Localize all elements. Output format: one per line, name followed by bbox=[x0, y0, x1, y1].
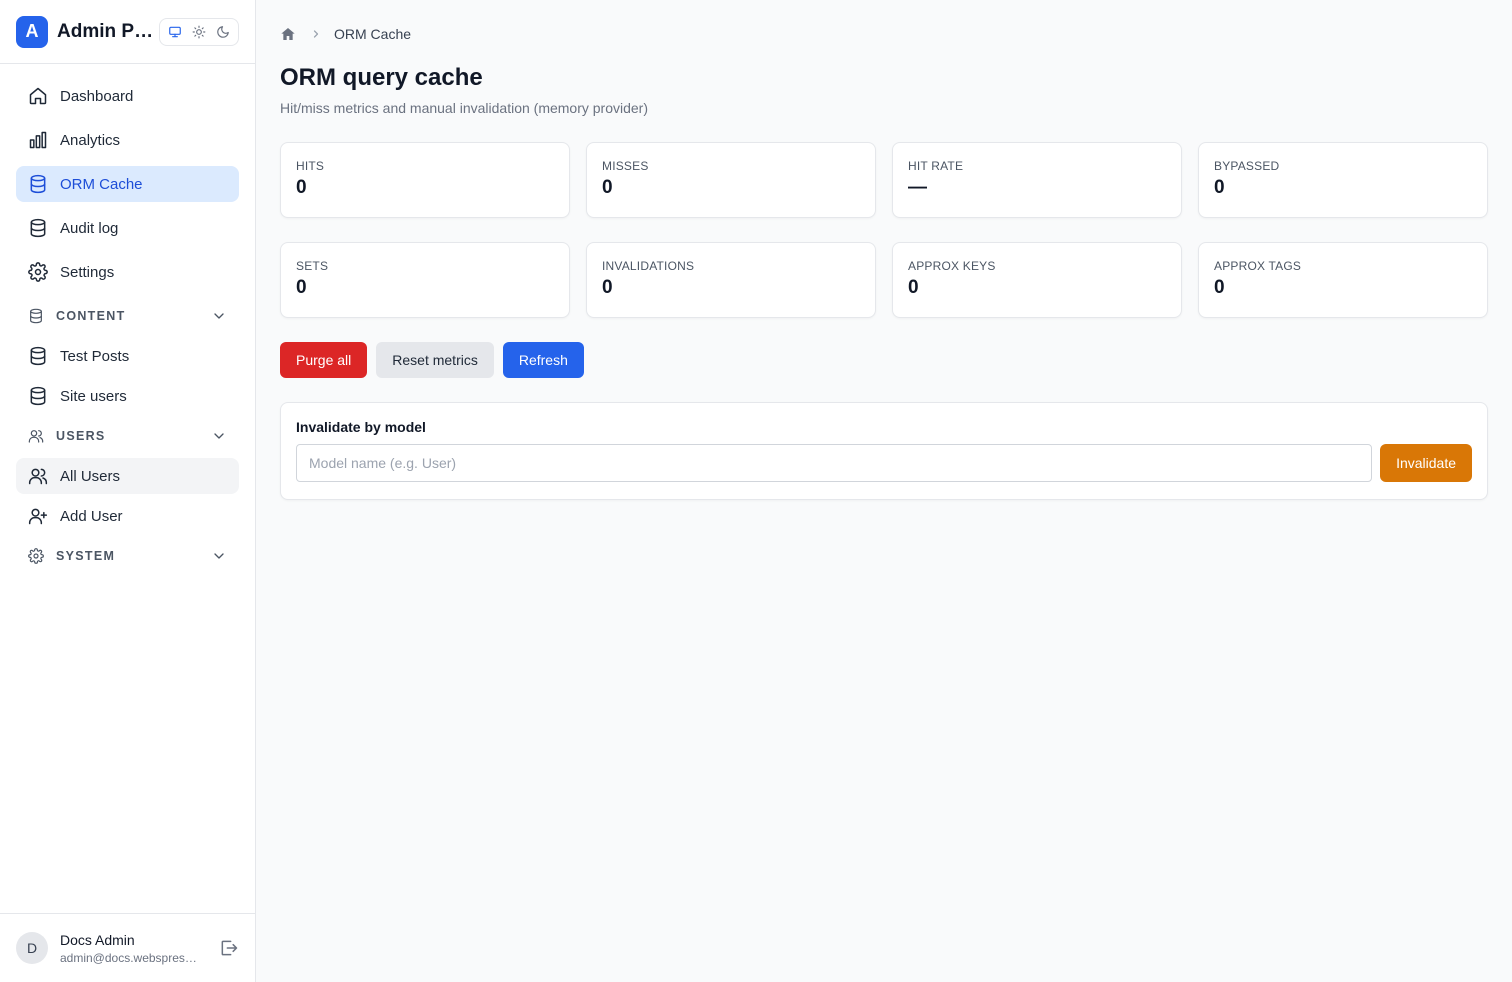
stat-label: APPROX TAGS bbox=[1214, 259, 1302, 273]
stat-card-invalidations: INVALIDATIONS 0 bbox=[586, 242, 876, 318]
stat-label: HIT RATE bbox=[908, 159, 964, 173]
stats-grid: HITS 0 MISSES 0 HIT RATE — BYPASSED 0 SE… bbox=[280, 142, 1488, 318]
section-label: SYSTEM bbox=[56, 549, 116, 563]
theme-switcher bbox=[159, 17, 239, 46]
gear-icon bbox=[28, 262, 48, 282]
cache-actions: Purge all Reset metrics Refresh bbox=[280, 342, 1488, 378]
invalidate-button[interactable]: Invalidate bbox=[1380, 444, 1472, 482]
stat-label: HITS bbox=[296, 159, 325, 173]
stat-card-approx-keys: APPROX KEYS 0 bbox=[892, 242, 1182, 318]
stat-label: APPROX KEYS bbox=[908, 259, 996, 273]
model-name-input[interactable] bbox=[296, 444, 1373, 482]
chevron-right-icon bbox=[313, 30, 319, 38]
chevron-down-icon bbox=[214, 433, 224, 439]
sidebar-item-label: Dashboard bbox=[60, 87, 134, 105]
breadcrumb: ORM Cache bbox=[280, 24, 1488, 44]
sidebar-nav: Dashboard Analytics ORM Cache Audit log … bbox=[0, 64, 255, 574]
database-icon bbox=[30, 346, 46, 366]
sidebar-item-label: Test Posts bbox=[60, 347, 130, 365]
sidebar-item-all-users[interactable]: All Users bbox=[16, 458, 239, 494]
stat-value: 0 bbox=[1214, 277, 1225, 298]
section-system[interactable]: SYSTEM bbox=[16, 538, 239, 574]
invalidate-row: Invalidate bbox=[296, 444, 1472, 482]
sidebar-header: A Admin Panel bbox=[0, 0, 255, 64]
sidebar-item-label: ORM Cache bbox=[60, 175, 143, 193]
stat-label: MISSES bbox=[602, 159, 649, 173]
user-info: Docs Admin admin@docs.webspresso.dev bbox=[60, 932, 200, 965]
sidebar: A Admin Panel Dashboard Analytics ORM Ca… bbox=[0, 0, 256, 982]
home-icon bbox=[29, 87, 47, 105]
stat-value: 0 bbox=[296, 277, 307, 298]
stat-value: 0 bbox=[1214, 177, 1225, 198]
stat-value: 0 bbox=[908, 277, 919, 298]
chevron-down-icon bbox=[214, 553, 224, 559]
sidebar-item-dashboard[interactable]: Dashboard bbox=[16, 78, 239, 114]
stat-value: 0 bbox=[602, 277, 613, 298]
invalidate-title: Invalidate by model bbox=[296, 419, 426, 435]
users-icon bbox=[28, 468, 48, 485]
user-email: admin@docs.webspresso.dev bbox=[60, 950, 200, 965]
user-plus-icon bbox=[28, 508, 48, 525]
sidebar-footer: D Docs Admin admin@docs.webspresso.dev bbox=[0, 913, 255, 982]
reset-metrics-button[interactable]: Reset metrics bbox=[376, 342, 494, 378]
page-title: ORM query cache bbox=[280, 64, 483, 91]
stat-card-bypassed: BYPASSED 0 bbox=[1198, 142, 1488, 218]
stat-card-misses: MISSES 0 bbox=[586, 142, 876, 218]
refresh-button[interactable]: Refresh bbox=[502, 342, 584, 378]
sidebar-item-add-user[interactable]: Add User bbox=[16, 498, 239, 534]
logout-icon[interactable] bbox=[219, 938, 239, 958]
sidebar-item-test-posts[interactable]: Test Posts bbox=[16, 338, 239, 374]
stat-value: — bbox=[908, 177, 927, 198]
page-subtitle: Hit/miss metrics and manual invalidation… bbox=[280, 100, 649, 116]
sun-icon[interactable] bbox=[187, 21, 211, 43]
stat-label: INVALIDATIONS bbox=[602, 259, 695, 273]
database-icon bbox=[30, 174, 46, 194]
main-content: ORM Cache ORM query cache Hit/miss metri… bbox=[280, 0, 1488, 500]
app-title: Admin Panel bbox=[57, 20, 157, 42]
section-content[interactable]: CONTENT bbox=[16, 298, 239, 334]
sidebar-item-settings[interactable]: Settings bbox=[16, 254, 239, 290]
chevron-down-icon bbox=[214, 313, 224, 319]
database-icon bbox=[30, 308, 42, 324]
stat-value: 0 bbox=[602, 177, 613, 198]
sidebar-item-analytics[interactable]: Analytics bbox=[16, 122, 239, 158]
moon-icon[interactable] bbox=[211, 21, 235, 43]
section-label: USERS bbox=[56, 429, 106, 443]
database-icon bbox=[30, 386, 46, 406]
app-logo[interactable]: A bbox=[16, 15, 48, 48]
user-name: Docs Admin bbox=[60, 931, 135, 948]
section-users[interactable]: USERS bbox=[16, 418, 239, 454]
home-icon[interactable] bbox=[280, 26, 296, 42]
stat-card-hit-rate: HIT RATE — bbox=[892, 142, 1182, 218]
sidebar-item-label: Settings bbox=[60, 263, 115, 281]
stat-card-hits: HITS 0 bbox=[280, 142, 570, 218]
sidebar-item-label: Site users bbox=[60, 387, 127, 405]
sidebar-item-site-users[interactable]: Site users bbox=[16, 378, 239, 414]
invalidate-card: Invalidate by model Invalidate bbox=[280, 402, 1488, 500]
purge-all-button[interactable]: Purge all bbox=[280, 342, 368, 378]
stat-card-approx-tags: APPROX TAGS 0 bbox=[1198, 242, 1488, 318]
sidebar-item-orm-cache[interactable]: ORM Cache bbox=[16, 166, 239, 202]
breadcrumb-current: ORM Cache bbox=[334, 26, 412, 42]
avatar[interactable]: D bbox=[16, 932, 48, 964]
users-icon bbox=[28, 430, 44, 443]
database-icon bbox=[30, 218, 46, 238]
section-label: CONTENT bbox=[56, 309, 126, 323]
sidebar-item-label: Add User bbox=[60, 507, 123, 525]
bar-chart-icon bbox=[29, 131, 47, 149]
stat-card-sets: SETS 0 bbox=[280, 242, 570, 318]
sidebar-item-label: Audit log bbox=[60, 219, 119, 237]
stat-label: SETS bbox=[296, 259, 329, 273]
sidebar-item-label: All Users bbox=[60, 467, 121, 485]
stat-label: BYPASSED bbox=[1214, 159, 1280, 173]
sidebar-item-label: Analytics bbox=[60, 131, 121, 149]
stat-value: 0 bbox=[296, 177, 307, 198]
sidebar-item-audit-log[interactable]: Audit log bbox=[16, 210, 239, 246]
gear-icon bbox=[28, 548, 44, 564]
monitor-icon[interactable] bbox=[163, 21, 187, 43]
